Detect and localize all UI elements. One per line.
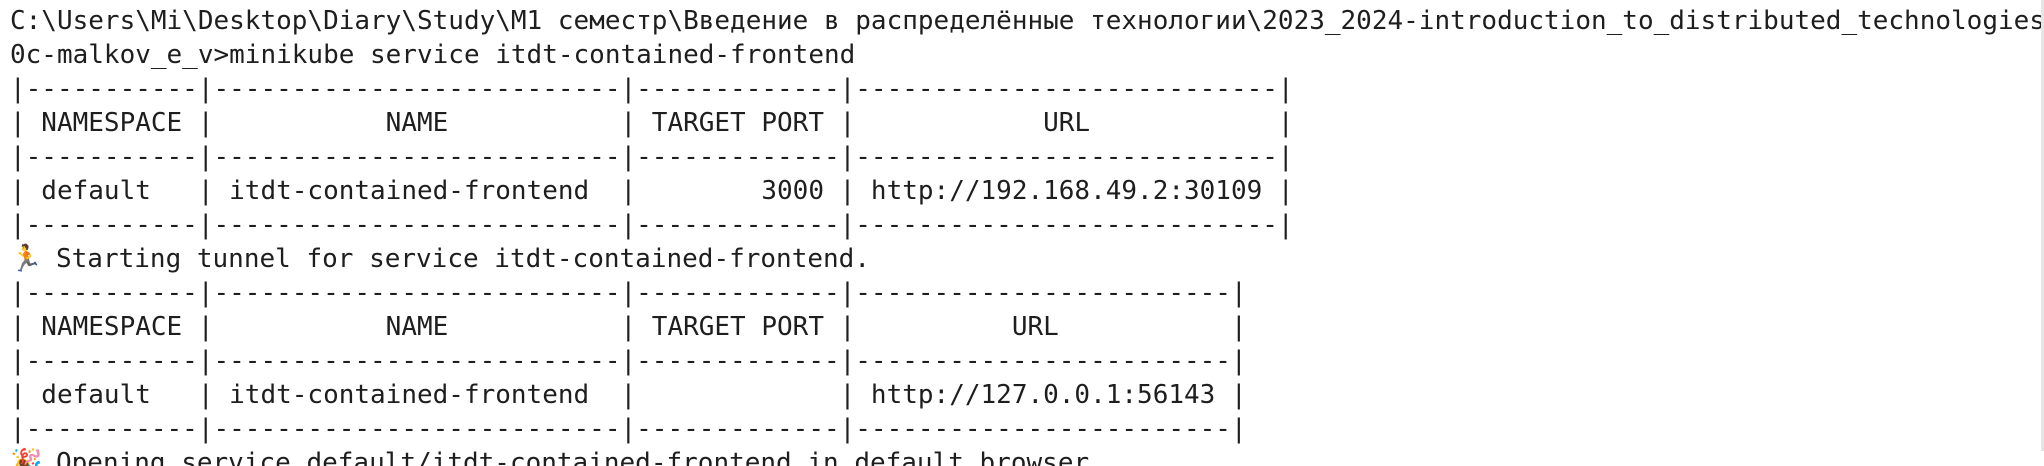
table-row: | default | itdt-contained-frontend | | … [10,380,1247,410]
table-row: | default | itdt-contained-frontend | 30… [10,176,1294,206]
terminal-output: C:\Users\Mi\Desktop\Diary\Study\M1 семес… [10,4,2044,466]
table-border: |-----------|--------------------------|… [10,278,1247,308]
tunnel-status-line: 🏃 Starting tunnel for service itdt-contai… [10,242,2030,276]
table-border: |-----------|--------------------------|… [10,142,1294,172]
opening-status-line: 🎉 Opening service default/itdt-contained-… [10,446,2030,466]
running-person-icon: 🏃 [10,244,43,274]
command-line: 0c-malkov_e_v>minikube service itdt-cont… [10,40,856,70]
command-path-line: C:\Users\Mi\Desktop\Diary\Study\M1 семес… [10,6,2044,36]
table-border: |-----------|--------------------------|… [10,210,1294,240]
table-border: |-----------|--------------------------|… [10,414,1247,444]
table-border: |-----------|--------------------------|… [10,346,1247,376]
table-border: |-----------|--------------------------|… [10,74,1294,104]
tunnel-status-text: Starting tunnel for service itdt-contain… [56,244,870,274]
table-header-row: | NAMESPACE | NAME | TARGET PORT | URL | [10,108,1294,138]
party-popper-icon: 🎉 [10,448,43,466]
table-header-row: | NAMESPACE | NAME | TARGET PORT | URL | [10,312,1247,342]
